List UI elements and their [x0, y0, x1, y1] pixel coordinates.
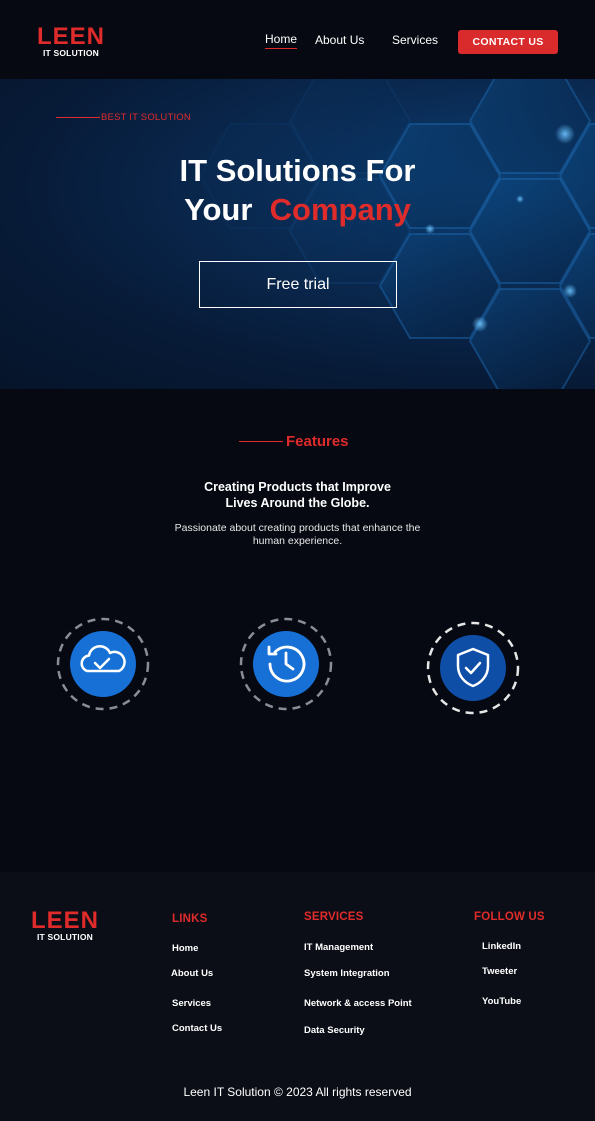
- logo[interactable]: LEEN IT SOLUTION: [37, 23, 106, 59]
- features-description-line2: human experience.: [252, 535, 343, 547]
- shield-check-icon: [426, 621, 520, 715]
- site-footer: LEEN IT SOLUTION LINKS Home About Us Ser…: [0, 872, 595, 1121]
- footer-follow-title: FOLLOW US: [474, 911, 545, 923]
- footer-link-contact[interactable]: Contact Us: [172, 1023, 222, 1034]
- eyebrow-text: BEST IT SOLUTION: [101, 112, 191, 123]
- features-divider: [239, 441, 283, 442]
- hero-eyebrow: BEST IT SOLUTION: [56, 112, 191, 123]
- footer-service-it-management[interactable]: IT Management: [304, 942, 373, 953]
- hero-title-prefix: Your: [184, 192, 253, 227]
- nav-services-link[interactable]: Services: [392, 33, 438, 47]
- hero-title-line2: Your Company: [0, 190, 595, 230]
- footer-logo-wordmark: LEEN: [31, 907, 100, 934]
- footer-link-home[interactable]: Home: [172, 943, 198, 954]
- cloud-check-icon: [56, 617, 150, 711]
- footer-service-system-integration[interactable]: System Integration: [304, 968, 390, 979]
- feature-cloud[interactable]: [56, 617, 150, 716]
- features-description-line1: Passionate about creating products that …: [174, 522, 421, 534]
- footer-social-linkedin[interactable]: LinkedIn: [482, 941, 521, 952]
- hexagon-background: [198, 79, 595, 389]
- footer-service-network[interactable]: Network & access Point: [304, 998, 412, 1009]
- logo-wordmark: LEEN: [37, 23, 106, 50]
- footer-logo[interactable]: LEEN IT SOLUTION: [31, 907, 100, 943]
- footer-link-services[interactable]: Services: [172, 998, 211, 1009]
- hero-title-line1: IT Solutions For: [179, 153, 416, 188]
- features-subheading: Creating Products that Improve Lives Aro…: [0, 479, 595, 511]
- features-section: Features Creating Products that Improve …: [0, 389, 595, 872]
- nav-home-link[interactable]: Home: [265, 32, 298, 49]
- features-description: Passionate about creating products that …: [0, 522, 595, 548]
- footer-social-twitter[interactable]: Tweeter: [482, 966, 517, 977]
- footer-social-youtube[interactable]: YouTube: [482, 996, 521, 1007]
- features-heading: Features: [239, 433, 349, 450]
- features-subheading-line2: Lives Around the Globe.: [225, 496, 370, 510]
- footer-services-title: SERVICES: [304, 911, 364, 923]
- history-clock-icon: [239, 617, 333, 711]
- footer-logo-tagline: IT SOLUTION: [36, 932, 94, 942]
- site-header: LEEN IT SOLUTION Home About Us Services …: [0, 0, 595, 79]
- eyebrow-divider: [56, 117, 100, 118]
- copyright-text: Leen IT Solution © 2023 All rights reser…: [183, 1085, 412, 1099]
- footer-service-data-security[interactable]: Data Security: [304, 1025, 365, 1036]
- feature-security[interactable]: [426, 621, 520, 720]
- hero-section: BEST IT SOLUTION IT Solutions For Your C…: [0, 79, 595, 389]
- free-trial-button[interactable]: Free trial: [199, 261, 397, 308]
- footer-link-about[interactable]: About Us: [171, 968, 213, 979]
- nav-about-link[interactable]: About Us: [315, 33, 364, 47]
- logo-tagline: IT SOLUTION: [42, 48, 100, 58]
- hero-title-accent: Company: [269, 192, 411, 227]
- footer-links-title: LINKS: [172, 913, 208, 925]
- features-title: Features: [286, 433, 349, 450]
- features-subheading-line1: Creating Products that Improve: [204, 480, 391, 494]
- contact-us-button[interactable]: CONTACT US: [458, 30, 558, 54]
- feature-history[interactable]: [239, 617, 333, 716]
